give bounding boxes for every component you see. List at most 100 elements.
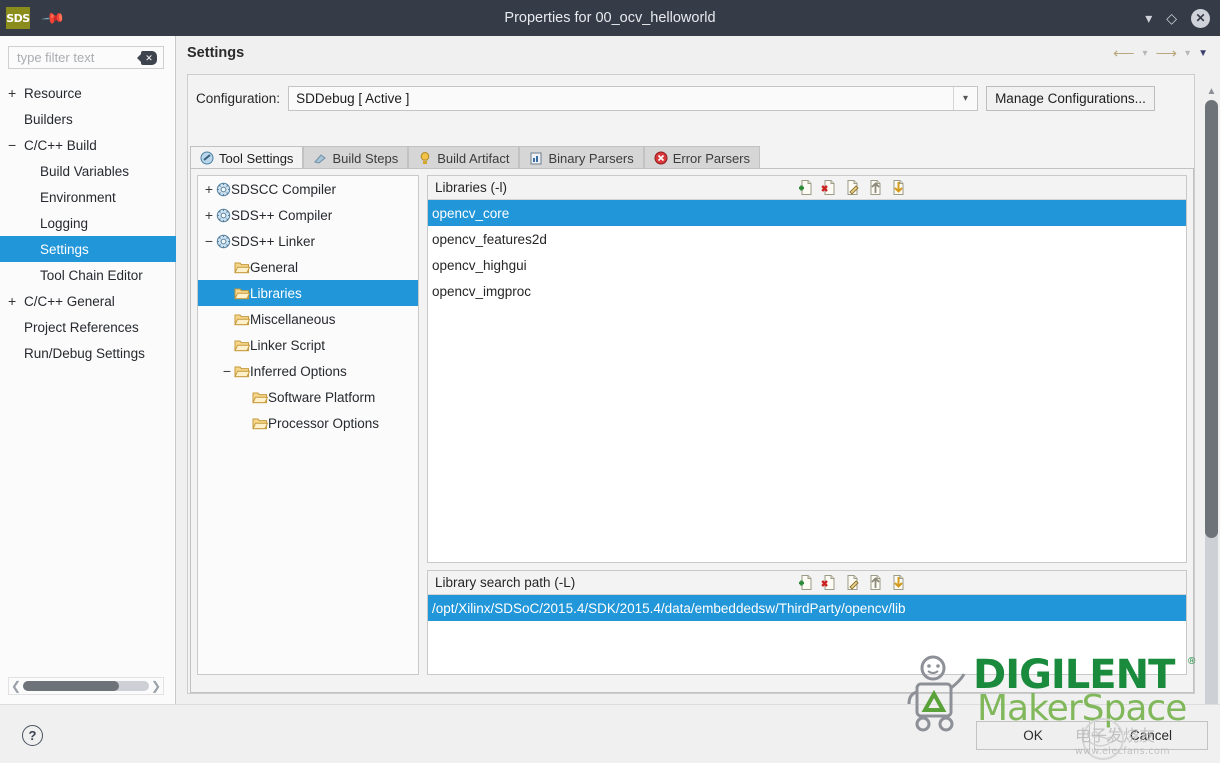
title-bar: SDS 📌 Properties for 00_ocv_helloworld ▾… (0, 0, 1220, 36)
list-item-label: opencv_core (432, 206, 509, 221)
delete-icon[interactable] (821, 179, 838, 197)
tab-error-parsers[interactable]: Error Parsers (644, 146, 760, 169)
sidebar-item-logging[interactable]: Logging (0, 210, 176, 236)
forward-menu-chevron-down-icon[interactable]: ▾ (1185, 49, 1190, 59)
add-icon-button[interactable] (798, 179, 815, 197)
list-item[interactable]: opencv_highgui (428, 252, 1186, 278)
collapse-icon[interactable]: − (202, 233, 216, 249)
sidebar-item-tool-chain-editor[interactable]: Tool Chain Editor (0, 262, 176, 288)
expand-icon[interactable]: + (202, 181, 216, 197)
minimize-icon[interactable]: ▾ (1145, 11, 1152, 25)
tool-tree-item-miscellaneous[interactable]: Miscellaneous (198, 306, 418, 332)
help-icon[interactable]: ? (22, 725, 43, 746)
expand-icon[interactable]: + (8, 293, 24, 309)
tool-tree-item-sds-compiler[interactable]: + SDS++ Compiler (198, 202, 418, 228)
tool-tree-item-linker-script[interactable]: Linker Script (198, 332, 418, 358)
move-down-icon-button[interactable] (890, 179, 907, 197)
move-down-icon[interactable] (890, 179, 907, 197)
delete-icon-button[interactable] (821, 574, 838, 592)
sidebar-item-run-debug-settings[interactable]: Run/Debug Settings (0, 340, 176, 366)
move-up-icon[interactable] (867, 574, 884, 592)
sidebar-item-label: C/C++ Build (24, 138, 97, 153)
sidebar-item-resource[interactable]: +Resource (0, 80, 176, 106)
search-input[interactable] (15, 49, 133, 66)
edit-icon[interactable] (844, 574, 861, 592)
back-arrow-icon[interactable]: ⟵ (1113, 46, 1135, 61)
configuration-select[interactable]: SDDebug [ Active ] ▾ (288, 86, 978, 111)
delete-icon-button[interactable] (821, 179, 838, 197)
add-icon[interactable] (798, 574, 815, 592)
sidebar-item-project-references[interactable]: Project References (0, 314, 176, 340)
tool-tree-item-sdscc-compiler[interactable]: + SDSCC Compiler (198, 176, 418, 202)
add-icon-button[interactable] (798, 574, 815, 592)
back-menu-chevron-down-icon[interactable]: ▾ (1143, 49, 1148, 59)
page-header: Settings ⟵ ▾ ⟶ ▾ ▼ (177, 36, 1220, 74)
chevron-right-icon[interactable]: ❯ (149, 679, 163, 693)
tool-tree-item-sds-linker[interactable]: −SDS++ Linker (198, 228, 418, 254)
edit-icon-button[interactable] (844, 574, 861, 592)
chevron-up-icon[interactable]: ▲ (1203, 86, 1220, 100)
sidebar-item-label: Environment (40, 190, 116, 205)
maximize-icon[interactable]: ◇ (1166, 11, 1177, 25)
sidebar-item-build-variables[interactable]: Build Variables (0, 158, 176, 184)
tool-settings-tree: +SDSCC Compiler+SDS++ Compiler−SDS++ Lin… (197, 175, 419, 675)
clear-icon[interactable]: ✕ (141, 51, 157, 65)
triangle-down-icon[interactable]: ▼ (1198, 49, 1208, 59)
tool-tree-item-label: SDS++ Linker (231, 234, 315, 249)
edit-icon[interactable] (844, 179, 861, 197)
scroll-track[interactable] (1205, 100, 1218, 720)
delete-icon[interactable] (821, 574, 838, 592)
expand-icon[interactable]: + (8, 85, 24, 101)
search-path-panel-header: Library search path (-L) (428, 571, 1186, 595)
sidebar-item-c-c-build[interactable]: −C/C++ Build (0, 132, 176, 158)
scroll-thumb[interactable] (1205, 100, 1218, 538)
list-item[interactable]: opencv_imgproc (428, 278, 1186, 304)
tool-tree-item-label: SDS++ Compiler (231, 208, 332, 223)
list-item[interactable]: /opt/Xilinx/SDSoC/2015.4/SDK/2015.4/data… (428, 595, 1186, 621)
sidebar-hscrollbar[interactable]: ❮ ❯ (8, 677, 164, 695)
folder-icon (234, 364, 250, 378)
sidebar-item-builders[interactable]: Builders (0, 106, 176, 132)
collapse-icon[interactable]: − (8, 137, 24, 153)
filter-box[interactable]: ✕ (8, 46, 164, 69)
tool-tree-item-inferred-options[interactable]: −Inferred Options (198, 358, 418, 384)
scroll-thumb[interactable] (23, 681, 119, 691)
move-down-icon-button[interactable] (890, 574, 907, 592)
content-vscrollbar[interactable]: ▲ ▼ (1203, 86, 1220, 734)
sidebar-item-environment[interactable]: Environment (0, 184, 176, 210)
move-up-icon-button[interactable] (867, 574, 884, 592)
sidebar-item-c-c-general[interactable]: +C/C++ General (0, 288, 176, 314)
cancel-button[interactable]: Cancel (1094, 721, 1208, 750)
close-icon[interactable]: ✕ (1191, 9, 1210, 28)
chevron-left-icon[interactable]: ❮ (9, 679, 23, 693)
edit-icon-button[interactable] (844, 179, 861, 197)
add-icon[interactable] (798, 179, 815, 197)
scroll-track[interactable] (23, 681, 149, 691)
search-path-toolbar (798, 574, 907, 592)
chevron-down-icon[interactable]: ▾ (953, 87, 977, 110)
collapse-icon[interactable]: − (220, 363, 234, 379)
libraries-list[interactable]: opencv_core opencv_features2dopencv_highg… (428, 200, 1186, 304)
tool-tree-item-label: SDSCC Compiler (231, 182, 336, 197)
manage-configurations-button[interactable]: Manage Configurations... (986, 86, 1155, 111)
window-title: Properties for 00_ocv_helloworld (0, 10, 1220, 26)
tab-build-steps[interactable]: Build Steps (303, 146, 408, 169)
pin-icon[interactable]: 📌 (41, 6, 65, 30)
tab-build-artifact[interactable]: Build Artifact (408, 146, 519, 169)
forward-arrow-icon[interactable]: ⟶ (1156, 46, 1178, 61)
list-item[interactable]: opencv_features2d (428, 226, 1186, 252)
tool-tree-item-software-platform[interactable]: Software Platform (198, 384, 418, 410)
tab-binary-parsers[interactable]: Binary Parsers (519, 146, 643, 169)
move-up-icon[interactable] (867, 179, 884, 197)
move-down-icon[interactable] (890, 574, 907, 592)
tool-tree-item-libraries[interactable]: Libraries (198, 280, 418, 306)
expand-icon[interactable]: + (202, 207, 216, 223)
ok-button[interactable]: OK (976, 721, 1090, 750)
sidebar-item-settings[interactable]: Settings (0, 236, 176, 262)
list-item[interactable]: opencv_core (428, 200, 1186, 226)
tool-tree-item-general[interactable]: General (198, 254, 418, 280)
tool-tree-item-processor-options[interactable]: Processor Options (198, 410, 418, 436)
move-up-icon-button[interactable] (867, 179, 884, 197)
tab-tool-settings[interactable]: Tool Settings (190, 146, 303, 169)
search-path-list[interactable]: /opt/Xilinx/SDSoC/2015.4/SDK/2015.4/data… (428, 595, 1186, 621)
